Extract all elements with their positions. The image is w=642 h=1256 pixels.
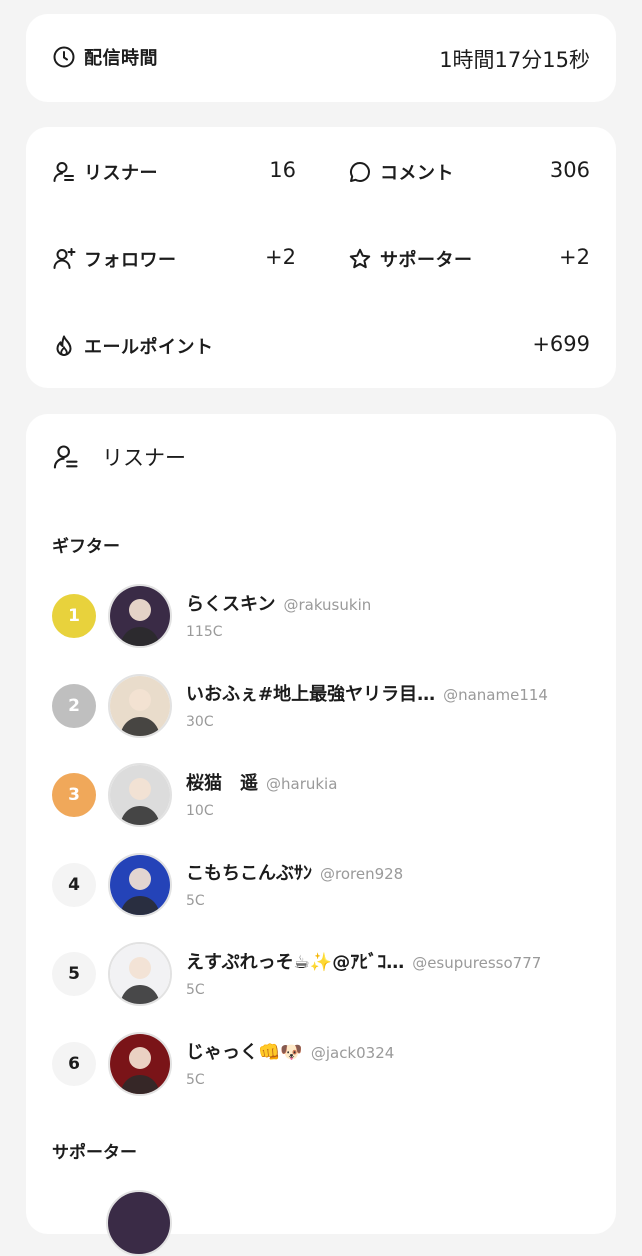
gifter-handle: @roren928 [320,864,404,883]
gifter-handle: @esupuresso777 [412,954,542,972]
gifter-coins: 5C [186,1071,205,1088]
duration-label: 配信時間 [84,48,158,69]
gifter-coins: 10C [186,803,214,819]
stat-supporters: サポーター [348,246,473,272]
stat-yell-points: エールポイント [52,333,214,359]
name-line: らくスキン @rakusukin [186,590,371,616]
name-line: いおふぇ#地上最強ヤリラ目… @naname114 [186,680,548,706]
rank-badge: 3 [52,773,96,817]
gifter-name[interactable]: えすぷれっそ☕✨@ｱﾋﾞｺ… [186,948,404,974]
stat-listeners-value: 16 [269,158,296,182]
gifter-list-item[interactable]: 4 こもちこんぶｻﾝ @roren928 5C [52,851,612,921]
listener-icon [52,160,76,184]
avatar[interactable] [108,942,172,1006]
listener-icon [52,443,80,471]
gifter-list-item[interactable]: 1 らくスキン @rakusukin 115C [52,582,612,652]
gifter-name[interactable]: らくスキン [186,590,275,616]
rank-badge: 6 [52,1041,96,1086]
gifter-title: ギフター [52,537,120,557]
avatar[interactable] [108,673,172,738]
gifter-coins: 115C [186,624,223,640]
stat-comments-value: 306 [549,158,590,182]
listener-card: リスナー ギフター 1 らくスキン @rakusukin 115C 2 いおふぇ#地上最強… [26,414,616,1256]
stat-listeners-label: リスナー [84,163,158,184]
gifter-name[interactable]: いおふぇ#地上最強ヤリラ目… [186,680,435,706]
listener-section-title: リスナー [102,446,186,470]
gifter-handle: @harukia [266,775,338,793]
gifter-name[interactable]: こもちこんぶｻﾝ [186,859,312,885]
gifter-name[interactable]: 桜猫 遥 [186,769,258,795]
name-line: 桜猫 遥 @harukia [186,769,337,795]
listener-section-header: リスナー [52,442,186,472]
gifter-handle: @rakusukin [283,596,372,614]
stat-yell-points-value: +699 [532,332,590,356]
avatar[interactable] [108,852,172,917]
stat-listeners: リスナー [52,159,158,185]
comment-bubble-icon [348,160,372,184]
stat-supporters-value: +2 [559,245,590,269]
gifter-list-item[interactable]: 3 桜猫 遥 @harukia 10C [52,761,612,831]
gifter-list-item[interactable]: 2 いおふぇ#地上最強ヤリラ目… @naname114 30C [52,672,612,742]
avatar[interactable] [108,584,172,648]
supporter-title: サポーター [52,1143,137,1163]
name-line: えすぷれっそ☕✨@ｱﾋﾞｺ… @esupuresso777 [186,948,541,974]
duration-row: 配信時間 [52,44,158,70]
rank-badge: 2 [52,683,96,728]
rank-badge: 1 [52,594,96,638]
stat-yell-points-label: エールポイント [84,337,214,358]
stat-comments-label: コメント [380,163,454,184]
stat-supporters-label: サポーター [380,250,473,271]
duration-value: 1時間17分15秒 [439,48,590,72]
gifter-handle: @naname114 [443,685,548,704]
stat-followers: フォロワー [52,246,177,272]
name-line: こもちこんぶｻﾝ @roren928 [186,859,403,885]
gifter-coins: 5C [186,982,205,998]
gifter-coins: 5C [186,892,205,909]
flame-icon [52,334,76,358]
star-icon [348,247,372,271]
stats-card: リスナー 16 コメント 306 フォロワー +2 サポーター +2 エールポイ… [26,127,616,388]
gifter-name[interactable]: じゃっく👊🐶 [186,1038,303,1064]
rank-badge: 4 [52,862,96,907]
stat-followers-value: +2 [265,245,296,269]
stat-followers-label: フォロワー [84,250,177,271]
stat-comments: コメント [348,159,454,185]
rank-badge: 5 [52,952,96,996]
name-line: じゃっく👊🐶 @jack0324 [186,1038,394,1064]
gifter-handle: @jack0324 [310,1043,395,1062]
gifter-coins: 30C [186,713,214,730]
gifter-list-item[interactable]: 6 じゃっく👊🐶 @jack0324 5C [52,1030,612,1100]
gifter-list-item[interactable]: 5 えすぷれっそ☕✨@ｱﾋﾞｺ… @esupuresso777 5C [52,940,612,1010]
avatar[interactable] [108,1031,172,1096]
duration-card: 配信時間 1時間17分15秒 [26,14,616,102]
add-user-icon [52,247,76,271]
avatar[interactable] [108,763,172,827]
clock-icon [52,45,76,69]
